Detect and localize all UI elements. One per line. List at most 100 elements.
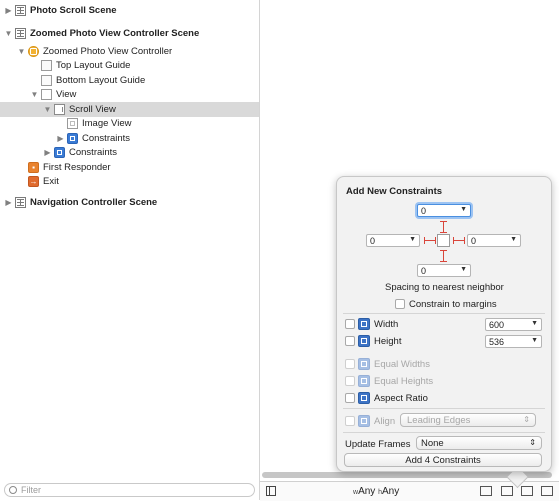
left-spacing-value: 0 [370,235,376,246]
height-label: Height [374,336,402,347]
outline-item-label: Bottom Layout Guide [56,74,146,86]
width-constraint-icon [358,318,370,330]
outline-item-label: Constraints [69,146,118,158]
align-checkbox[interactable] [345,416,355,426]
outline-item-scroll-view[interactable]: ▼ Scroll View [0,102,259,117]
outline-item-label: Image View [82,117,132,129]
updown-chevron-icon: ⇕ [529,438,536,447]
filter-icon [9,486,17,494]
divider [343,432,545,433]
width-value: 600 [489,319,505,330]
chevron-down-icon[interactable]: ▼ [531,320,538,327]
scene-icon [15,196,26,208]
outline-item-label: Photo Scroll Scene [30,4,117,16]
popover-title: Add New Constraints [346,186,443,197]
layout-guide-icon [41,74,52,86]
top-ibeam-cap [440,232,447,233]
chevron-down-icon[interactable]: ▼ [510,236,517,243]
outline-item-zoomed-vc[interactable]: ▼ Zoomed Photo View Controller [17,44,276,59]
divider [343,313,545,314]
constraints-icon [54,146,65,158]
outline-item-label: Navigation Controller Scene [30,196,158,208]
aspect-ratio-icon [358,392,370,404]
chevron-down-icon[interactable]: ▼ [409,236,416,243]
add-constraints-button[interactable]: Add 4 Constraints [344,453,542,467]
scroll-view-icon [54,103,65,115]
constraints-icon [67,132,78,144]
resizing-tool-icon[interactable] [541,486,553,496]
update-frames-label: Update Frames [345,439,411,450]
disclosure-right-icon[interactable]: ▶ [43,148,52,157]
add-constraints-button-label: Add 4 Constraints [405,454,481,466]
width-checkbox[interactable] [345,319,355,329]
exit-icon: → [28,175,39,187]
left-spacing-field[interactable]: 0 ▼ [366,234,420,247]
top-ibeam-cap [440,221,447,222]
scene-icon [15,27,26,39]
aspect-ratio-checkbox[interactable] [345,393,355,403]
disclosure-down-icon[interactable]: ▼ [17,47,26,56]
disclosure-right-icon[interactable]: ▶ [56,134,65,143]
layout-guide-icon [41,59,52,71]
divider [343,408,545,409]
update-frames-value: None [421,437,444,449]
disclosure-down-icon[interactable]: ▼ [4,29,13,38]
disclosure-down-icon[interactable]: ▼ [30,90,39,99]
height-checkbox[interactable] [345,336,355,346]
align-value: Leading Edges [407,414,471,426]
size-class-button[interactable]: wAny hAny [353,486,399,497]
align-label: Align [374,416,396,427]
outline-item-exit[interactable]: → Exit [28,174,287,189]
outline-item-label: Exit [43,175,59,187]
outline-item-label: Zoomed Photo View Controller [43,45,173,57]
disclosure-down-icon[interactable]: ▼ [43,105,52,114]
equal-heights-checkbox[interactable] [345,376,355,386]
height-value: 536 [489,336,505,347]
outline-item-view[interactable]: ▼ View [30,87,289,102]
chevron-down-icon[interactable]: ▼ [460,266,467,273]
disclosure-right-icon[interactable]: ▶ [4,6,13,15]
right-spacing-value: 0 [471,235,477,246]
bottom-ibeam-cap [440,250,447,251]
align-popup[interactable]: Leading Edges ⇕ [400,413,536,427]
left-ibeam-cap [424,237,425,244]
equal-widths-checkbox[interactable] [345,359,355,369]
right-spacing-field[interactable]: 0 ▼ [467,234,521,247]
bottom-spacing-value: 0 [421,265,427,276]
toggle-outline-icon[interactable] [266,486,276,496]
width-value-field[interactable]: 600 ▼ [485,318,542,331]
view-controller-icon [28,45,39,57]
update-frames-popup[interactable]: None ⇕ [416,436,542,450]
resolve-tool-icon[interactable] [521,486,533,496]
outline-item-label: View [56,88,77,100]
outline-item-photo-scroll-scene[interactable]: ▶ Photo Scroll Scene [4,3,263,18]
disclosure-right-icon[interactable]: ▶ [4,198,13,207]
outline-item-nav-controller-scene[interactable]: ▶ Navigation Controller Scene [4,195,263,210]
equal-widths-icon [358,358,370,370]
width-label: Width [374,319,399,330]
right-ibeam-cap [453,237,454,244]
pin-tool-icon[interactable] [501,486,513,496]
outline-item-label: First Responder [43,161,111,173]
chevron-down-icon[interactable]: ▼ [460,206,467,213]
add-constraints-popover: Add New Constraints 0 ▼ 0 ▼ 0 ▼ 0 ▼ Spacing … [336,176,552,472]
align-tool-icon[interactable] [480,486,492,496]
updown-chevron-icon: ⇕ [523,415,530,424]
outline-item-zoomed-scene[interactable]: ▼ Zoomed Photo View Controller Scene [4,26,263,41]
filter-field[interactable]: Filter [4,483,255,497]
image-view-icon [67,117,78,129]
outline-item-label: Top Layout Guide [56,59,131,71]
selected-view-square [437,234,450,247]
document-outline: ▶ Photo Scroll Scene ▼ Zoomed Photo View… [0,0,260,500]
chevron-down-icon[interactable]: ▼ [531,337,538,344]
top-spacing-field[interactable]: 0 ▼ [417,204,471,217]
outline-item-first-responder[interactable]: ▪ First Responder [28,160,287,175]
bottom-ibeam-cap [440,261,447,262]
equal-widths-label: Equal Widths [374,359,430,370]
height-constraint-icon [358,335,370,347]
bottom-spacing-field[interactable]: 0 ▼ [417,264,471,277]
constrain-margins-checkbox[interactable] [395,299,405,309]
outline-item-label: Zoomed Photo View Controller Scene [30,27,200,39]
outline-item-label: Scroll View [69,103,116,115]
height-value-field[interactable]: 536 ▼ [485,335,542,348]
